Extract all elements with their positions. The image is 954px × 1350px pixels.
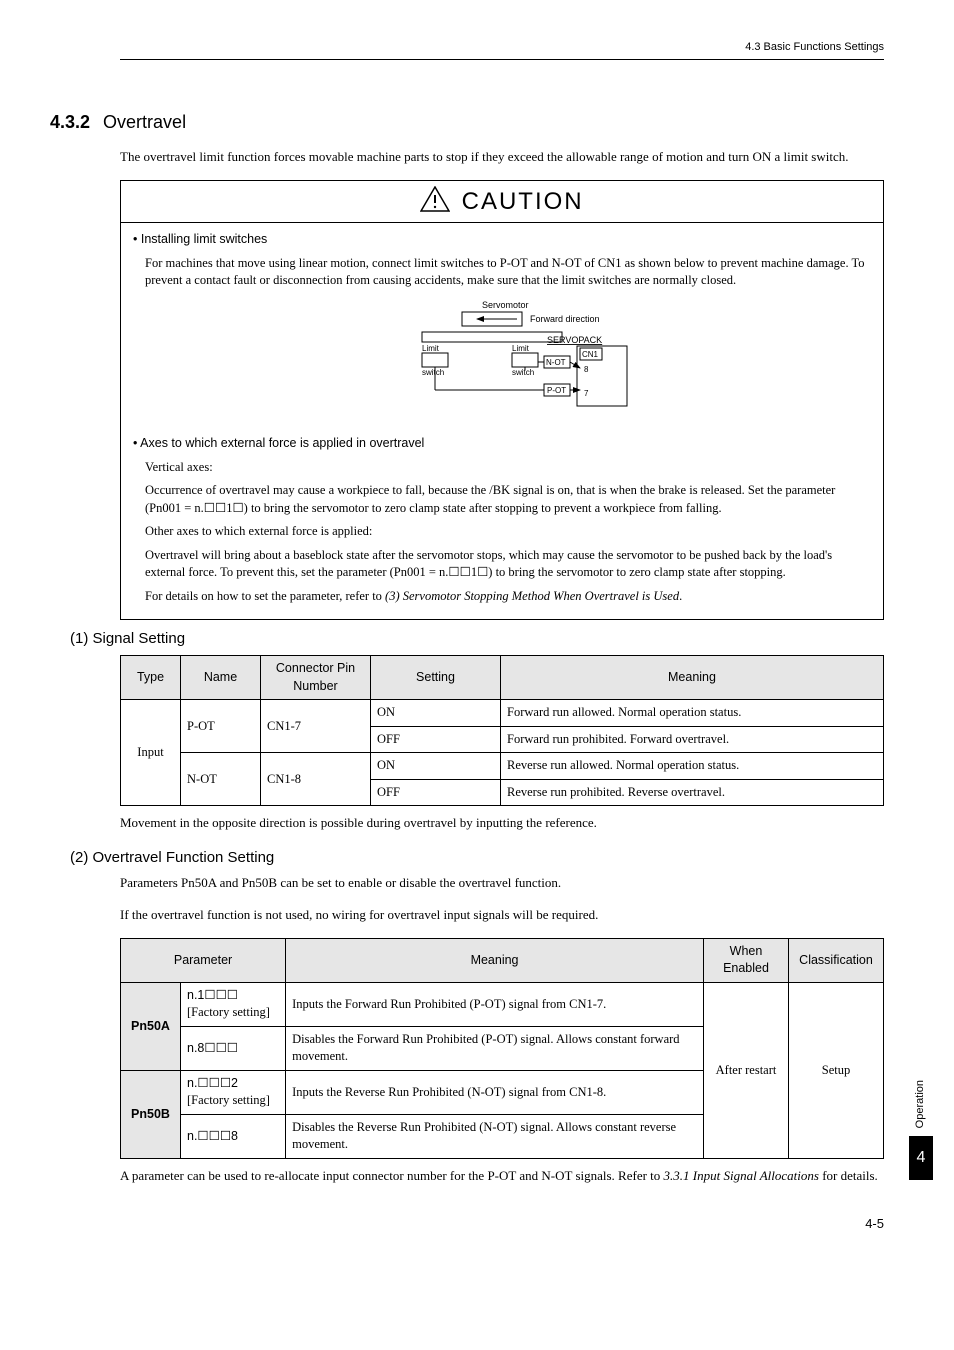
cell-pot-off-m: Forward run prohibited. Forward overtrav… (501, 726, 884, 753)
signal-setting-heading: (1) Signal Setting (70, 628, 884, 649)
cell-when: After restart (704, 982, 789, 1158)
otf-table: Parameter Meaning When Enabled Classific… (120, 938, 884, 1159)
side-rail: Operation 4 (906, 1080, 936, 1180)
th-meaning2: Meaning (286, 938, 704, 982)
page-number: 4-5 (120, 1215, 884, 1233)
cell-pot-on-m: Forward run allowed. Normal operation st… (501, 700, 884, 727)
cell-b1-m: Inputs the Reverse Run Prohibited (N-OT)… (286, 1070, 704, 1114)
diag-pin7: 7 (584, 389, 589, 398)
svg-text:Limit: Limit (422, 344, 440, 353)
otf-note: A parameter can be used to re-allocate i… (120, 1167, 884, 1185)
signal-note: Movement in the opposite direction is po… (120, 814, 884, 832)
diag-servo-label: Servomotor (482, 300, 529, 310)
th-pin: Connector Pin Number (261, 656, 371, 700)
cell-not-on-s: ON (371, 753, 501, 780)
cell-pot-pin: CN1-7 (261, 700, 371, 753)
cell-not-name: N-OT (181, 753, 261, 806)
diag-pot-label: P-OT (547, 386, 566, 395)
cell-a2-v: n.8☐☐☐ (181, 1026, 286, 1070)
side-operation-label: Operation (913, 1080, 928, 1128)
caution-bullet-2-head: • Axes to which external force is applie… (133, 435, 871, 453)
otf-p1: Parameters Pn50A and Pn50B can be set to… (120, 874, 884, 892)
caution-icon (420, 186, 450, 217)
cell-b1-v: n.☐☐☐2 [Factory setting] (181, 1070, 286, 1114)
caution-box: CAUTION • Installing limit switches For … (120, 180, 884, 621)
th-name: Name (181, 656, 261, 700)
caution-label: CAUTION (462, 188, 584, 215)
cell-not-off-s: OFF (371, 779, 501, 806)
diag-fwd-label: Forward direction (530, 314, 600, 324)
diag-not-label: N-OT (546, 358, 566, 367)
th-setting: Setting (371, 656, 501, 700)
caution-b2-p4: For details on how to set the parameter,… (145, 588, 871, 606)
cell-pn50b: Pn50B (121, 1070, 181, 1158)
caution-b2-p3: Overtravel will bring about a baseblock … (145, 547, 871, 582)
th-type: Type (121, 656, 181, 700)
caution-header: CAUTION (121, 181, 883, 224)
caution-b2-sub: Vertical axes: (145, 459, 871, 477)
diag-cn1-label: CN1 (582, 350, 599, 359)
svg-text:switch: switch (422, 368, 444, 377)
th-meaning: Meaning (501, 656, 884, 700)
th-when: When Enabled (704, 938, 789, 982)
diag-servopack-label: SERVOPACK (547, 335, 602, 345)
intro-text: The overtravel limit function forces mov… (120, 148, 884, 166)
caution-b2-p1: Occurrence of overtravel may cause a wor… (145, 482, 871, 517)
cell-b2-m: Disables the Reverse Run Prohibited (N-O… (286, 1114, 704, 1158)
svg-text:Limit: Limit (512, 344, 530, 353)
otf-heading: (2) Overtravel Function Setting (70, 847, 884, 868)
svg-text:switch: switch (512, 368, 534, 377)
cell-pot-off-s: OFF (371, 726, 501, 753)
caution-bullet-1-head: • Installing limit switches (133, 231, 871, 249)
th-param: Parameter (121, 938, 286, 982)
cell-pot-on-s: ON (371, 700, 501, 727)
section-heading: 4.3.2 Overtravel (50, 110, 884, 135)
cell-pn50a: Pn50A (121, 982, 181, 1070)
wiring-diagram: Servomotor Forward direction SERVOPACK C… (133, 298, 871, 424)
cell-not-off-m: Reverse run prohibited. Reverse overtrav… (501, 779, 884, 806)
caution-b2-p2: Other axes to which external force is ap… (145, 523, 871, 541)
cell-not-pin: CN1-8 (261, 753, 371, 806)
page-header: 4.3 Basic Functions Settings (120, 40, 884, 60)
cell-class: Setup (789, 982, 884, 1158)
cell-not-on-m: Reverse run allowed. Normal operation st… (501, 753, 884, 780)
cell-b2-v: n.☐☐☐8 (181, 1114, 286, 1158)
cell-a1-v: n.1☐☐☐ [Factory setting] (181, 982, 286, 1026)
diag-pin8: 8 (584, 365, 589, 374)
cell-pot-name: P-OT (181, 700, 261, 753)
cell-a2-m: Disables the Forward Run Prohibited (P-O… (286, 1026, 704, 1070)
cell-input: Input (121, 700, 181, 806)
section-title: Overtravel (103, 112, 186, 132)
cell-a1-m: Inputs the Forward Run Prohibited (P-OT)… (286, 982, 704, 1026)
signal-setting-table: Type Name Connector Pin Number Setting M… (120, 655, 884, 806)
otf-p2: If the overtravel function is not used, … (120, 906, 884, 924)
section-number: 4.3.2 (50, 112, 90, 132)
caution-bullet-1-text: For machines that move using linear moti… (145, 255, 871, 290)
chapter-badge: 4 (909, 1136, 933, 1180)
th-class: Classification (789, 938, 884, 982)
